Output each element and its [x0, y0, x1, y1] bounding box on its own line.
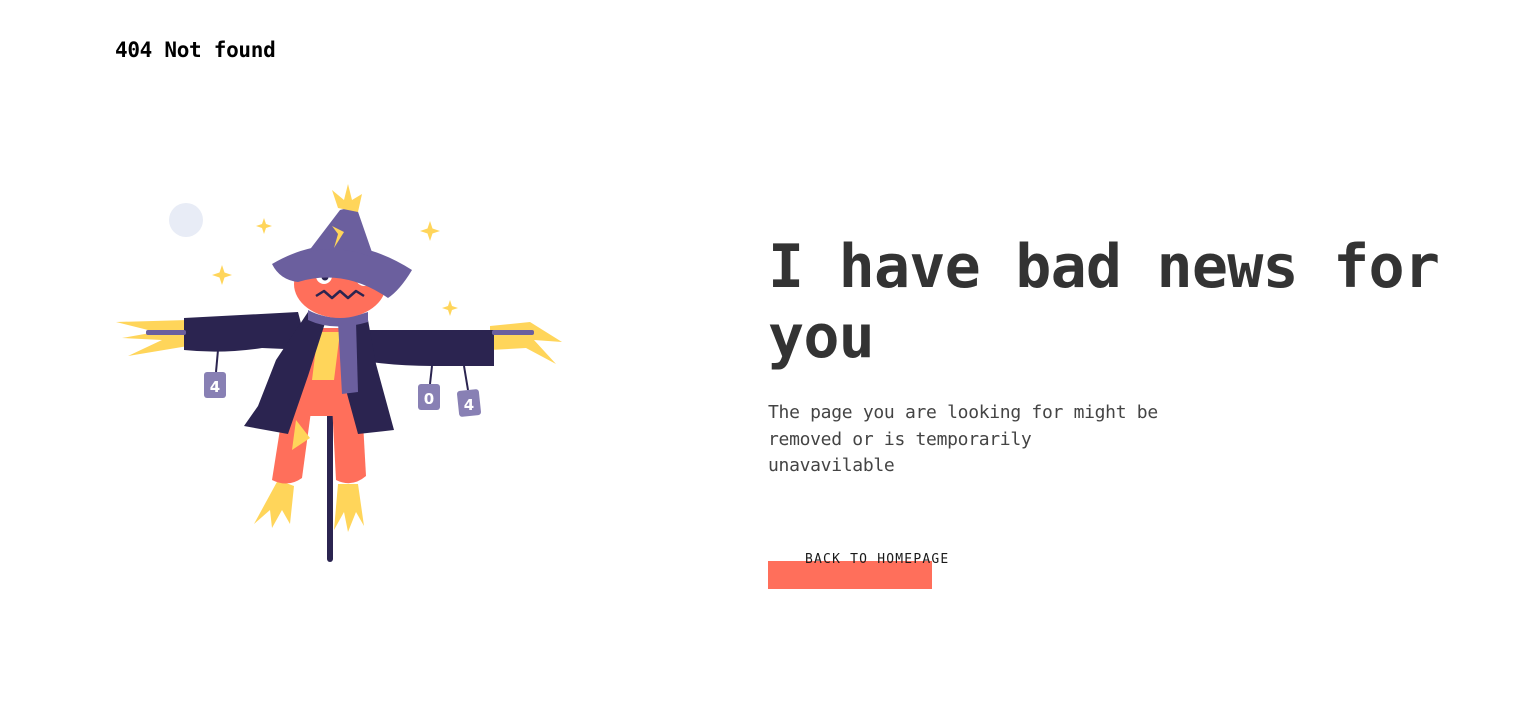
scarecrow-illustration: 4 0 4 [112, 180, 572, 570]
can-label: 0 [424, 390, 434, 408]
can-0-middle: 0 [418, 384, 440, 410]
can-label: 4 [210, 378, 220, 396]
error-description: The page you are looking for might be re… [768, 402, 1158, 476]
button-label: BACK TO HOMEPAGE [805, 552, 950, 567]
error-heading: I have bad news for you [768, 232, 1440, 372]
can-4-left: 4 [204, 372, 226, 398]
can-4-right: 4 [456, 389, 482, 417]
back-to-homepage-button[interactable]: BACK TO HOMEPAGE [768, 546, 968, 590]
page-title: 404 Not found [115, 38, 276, 62]
can-label: 4 [464, 396, 474, 414]
moon-icon [169, 203, 203, 237]
